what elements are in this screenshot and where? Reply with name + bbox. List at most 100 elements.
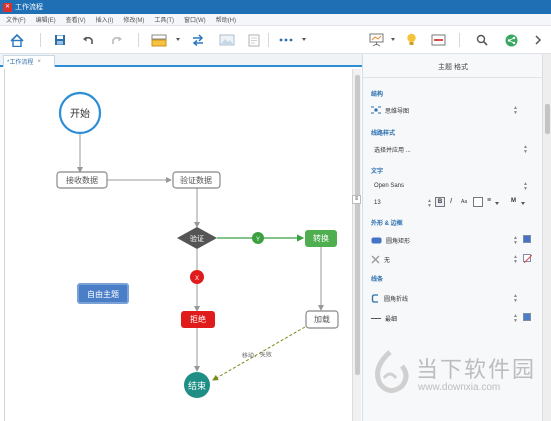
text-section-label: 文字 xyxy=(371,169,384,175)
text-case-button[interactable]: Aa xyxy=(461,199,467,205)
menu-help[interactable]: 帮助(H) xyxy=(216,15,236,24)
convert-label: 转换 xyxy=(313,233,329,243)
title-bar: ✕ 工作流程 xyxy=(0,0,551,14)
lightbulb-icon[interactable] xyxy=(403,32,419,48)
line-shape-row[interactable]: 圆角折线 xyxy=(371,292,533,304)
undo-icon[interactable] xyxy=(80,32,96,48)
workflow-diagram: 开始 接收数据 验证数据 验证 Y X 转换 拒绝 加载 移动、失败 结束 自由 xyxy=(56,91,339,398)
italic-button[interactable]: I xyxy=(450,198,452,205)
bold-button[interactable]: B xyxy=(435,197,445,207)
layout-panel-icon[interactable] xyxy=(429,32,447,48)
shape-color-swatch[interactable] xyxy=(523,235,531,243)
font-format-row: 13 xyxy=(371,197,533,209)
fill-color-swatch[interactable] xyxy=(523,254,532,263)
home-icon[interactable] xyxy=(9,32,25,48)
search-icon[interactable] xyxy=(474,32,490,48)
structure-row[interactable]: 思维导图 xyxy=(371,104,533,116)
watermark: 当下软件园 www.downxia.com xyxy=(368,348,548,408)
fill-value: 无 xyxy=(384,257,391,264)
branch-style-value: 选择并应用 ... xyxy=(374,147,411,154)
start-label: 开始 xyxy=(70,107,90,120)
tab-label: *工作流程 xyxy=(7,60,34,66)
toolbar-divider xyxy=(268,33,269,47)
panel-scrollbar-thumb[interactable] xyxy=(545,104,550,134)
watermark-text: 当下软件园 xyxy=(416,358,537,383)
shape-value: 圆角矩形 xyxy=(386,238,411,245)
chevron-right-icon[interactable] xyxy=(531,32,545,48)
branch-style-section-label: 线路样式 xyxy=(371,131,396,137)
reject-label: 拒绝 xyxy=(190,314,206,324)
structure-section-label: 结构 xyxy=(371,92,384,98)
redo-icon[interactable] xyxy=(109,32,125,48)
dashed-connector-label: 移动、失败 xyxy=(242,350,272,359)
no-fill-icon xyxy=(371,255,380,263)
menu-edit[interactable]: 编辑(E) xyxy=(36,15,56,24)
line-section-label: 线条 xyxy=(371,277,384,283)
swap-icon[interactable] xyxy=(190,32,206,48)
diagram-canvas[interactable]: 开始 接收数据 验证数据 验证 Y X 转换 拒绝 加载 移动、失败 结束 自由 xyxy=(4,69,352,421)
fill-stepper-icon[interactable]: ▲ ▼ xyxy=(513,255,518,265)
presentation-icon[interactable] xyxy=(367,32,385,48)
menu-view[interactable]: 查看(V) xyxy=(66,15,86,24)
font-size-stepper-icon[interactable]: ▲ ▼ xyxy=(427,199,432,209)
more-dropdown-icon[interactable] xyxy=(302,38,306,41)
align-dropdown-icon[interactable] xyxy=(495,202,499,205)
align-button[interactable]: ≡ xyxy=(487,197,491,204)
presentation-dropdown-icon[interactable] xyxy=(391,38,395,41)
shape-stepper-icon[interactable]: ▲ ▼ xyxy=(513,236,518,246)
more-icon[interactable] xyxy=(278,32,294,48)
font-family-stepper-icon[interactable]: ▲ ▼ xyxy=(523,182,528,192)
branch-style-stepper-icon[interactable]: ▲ ▼ xyxy=(523,145,528,155)
save-icon[interactable] xyxy=(52,32,68,48)
panel-title: 主题 格式 xyxy=(438,64,468,71)
font-family-row[interactable]: Open Sans xyxy=(371,180,533,192)
image-icon[interactable] xyxy=(218,32,236,48)
line-color-swatch[interactable] xyxy=(523,313,531,321)
canvas-scrollbar[interactable] xyxy=(352,69,361,421)
page-icon[interactable] xyxy=(246,32,262,48)
canvas-scrollbar-thumb[interactable] xyxy=(355,75,360,375)
document-tab-bar: *工作流程 × xyxy=(0,54,362,67)
fill-row[interactable]: 无 xyxy=(371,253,533,265)
structure-stepper-icon[interactable]: ▲ ▼ xyxy=(513,106,518,116)
close-icon[interactable]: × xyxy=(37,59,41,65)
menu-bar: 文件(F) 编辑(E) 查看(V) 插入(I) 修改(M) 工具(T) 窗口(W… xyxy=(0,14,551,26)
shape-border-section-label: 外形 & 边框 xyxy=(371,221,403,227)
menu-tools[interactable]: 工具(T) xyxy=(154,15,174,24)
elbow-line-icon xyxy=(371,293,378,303)
menu-modify[interactable]: 修改(M) xyxy=(123,15,144,24)
font-size-value[interactable]: 13 xyxy=(374,200,381,206)
font-family-value: Open Sans xyxy=(374,183,405,189)
window-title: 工作流程 xyxy=(15,4,43,11)
line-width-stepper-icon[interactable]: ▲ ▼ xyxy=(513,314,518,324)
shape-row[interactable]: 圆角矩形 xyxy=(371,234,533,246)
more-format-dropdown-icon[interactable] xyxy=(521,202,525,205)
load-label: 加载 xyxy=(314,314,330,324)
validate-label: 验证数据 xyxy=(180,175,212,185)
menu-window[interactable]: 窗口(W) xyxy=(184,15,206,24)
line-shape-value: 圆角折线 xyxy=(384,296,409,303)
toolbar-divider xyxy=(138,33,139,47)
branch-style-row[interactable]: 选择并应用 ... xyxy=(371,143,533,155)
toolbar-divider xyxy=(459,33,460,47)
share-icon[interactable] xyxy=(503,32,519,48)
line-shape-stepper-icon[interactable]: ▲ ▼ xyxy=(513,294,518,304)
tab-workflow[interactable]: *工作流程 × xyxy=(3,55,55,67)
menu-insert[interactable]: 插入(I) xyxy=(96,15,114,24)
more-format-button[interactable]: M xyxy=(511,198,516,204)
line-width-row[interactable]: 最细 xyxy=(371,312,533,324)
text-color-swatch[interactable] xyxy=(473,197,483,207)
mindmap-icon xyxy=(371,106,381,114)
panel-collapse-button[interactable]: ≡ xyxy=(352,195,361,204)
no-badge-label: X xyxy=(195,276,199,282)
collect-label: 接收数据 xyxy=(66,175,98,185)
toolbar xyxy=(0,26,551,54)
free-topic-label: 自由主题 xyxy=(87,289,119,299)
menu-file[interactable]: 文件(F) xyxy=(6,15,26,24)
layout-icon[interactable] xyxy=(150,32,168,48)
decision-label: 验证 xyxy=(190,234,204,243)
app-logo-icon: ✕ xyxy=(3,2,12,12)
layout-dropdown-icon[interactable] xyxy=(176,38,180,41)
line-width-value: 最细 xyxy=(385,316,398,323)
watermark-logo-icon xyxy=(375,350,409,393)
